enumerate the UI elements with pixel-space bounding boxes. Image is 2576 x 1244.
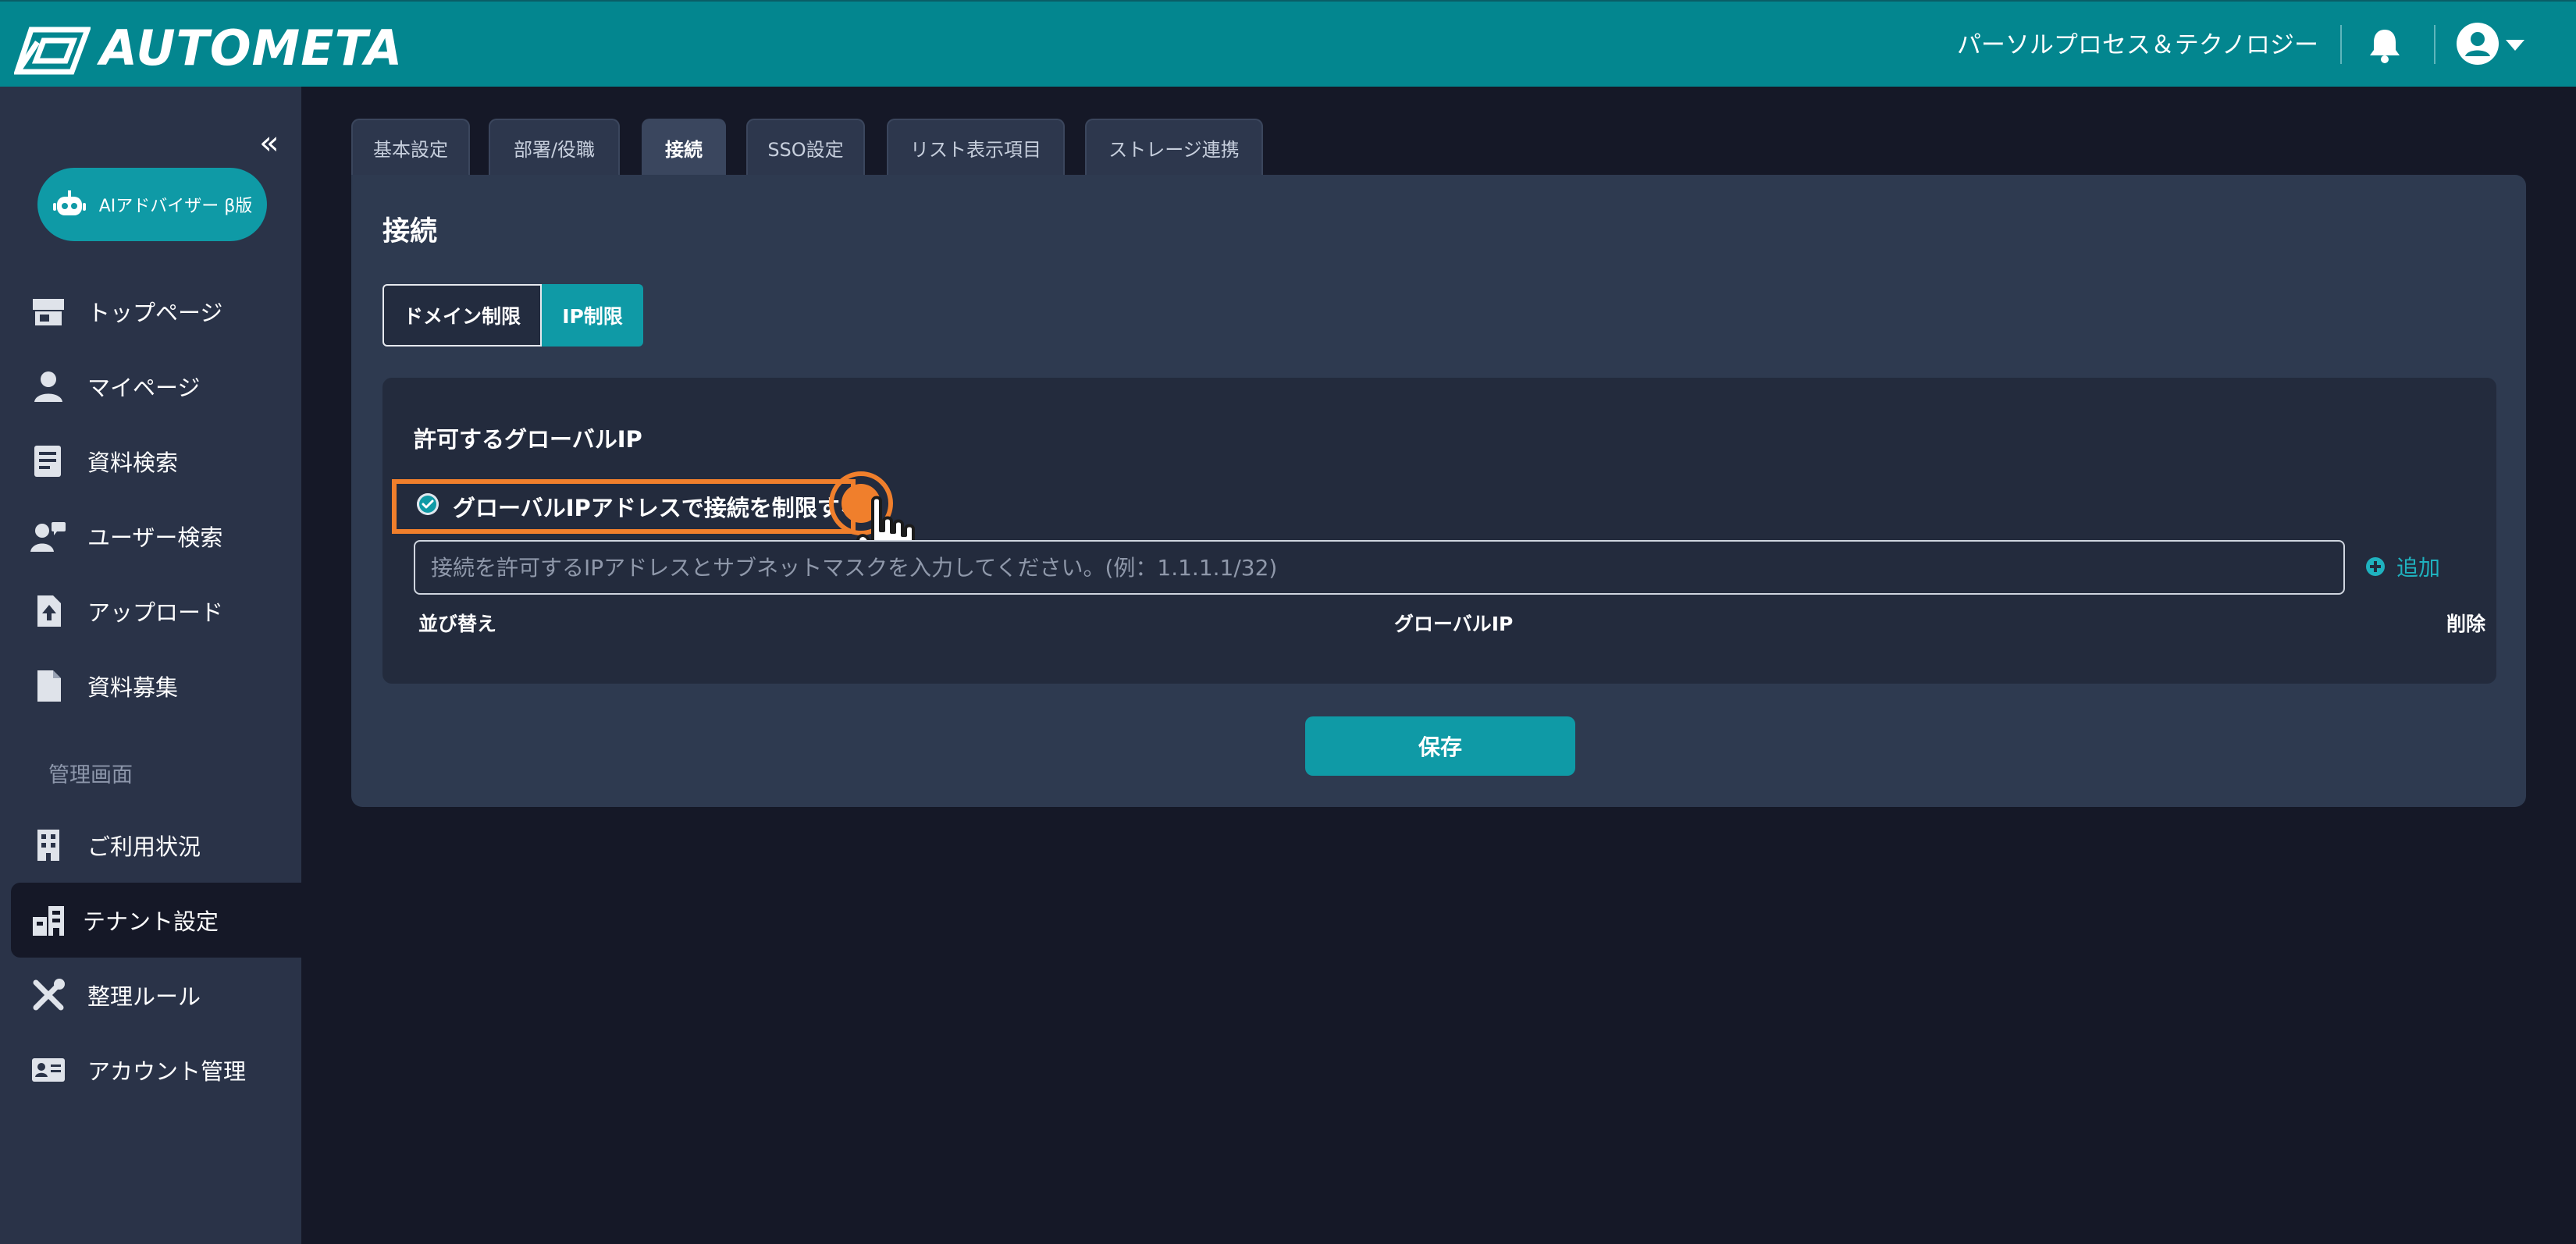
restrict-by-ip-checkbox-label[interactable]: グローバルIPアドレスで接続を制限する	[453, 490, 863, 523]
sidebar-item-label: トップページ	[87, 300, 223, 326]
upload-file-icon	[37, 595, 61, 627]
logo-icon	[14, 27, 91, 75]
sidebar-item-top-page[interactable]: トップページ	[0, 274, 301, 349]
add-ip-button[interactable]: 追加	[2365, 551, 2440, 582]
sidebar-item-user-search[interactable]: ユーザー検索	[0, 499, 301, 574]
sidebar-item-upload[interactable]: アップロード	[0, 574, 301, 649]
sidebar-item-account-management[interactable]: アカウント管理	[0, 1033, 301, 1107]
tab-storage-integration[interactable]: ストレージ連携	[1085, 119, 1263, 175]
tools-icon	[33, 979, 65, 1011]
logo-text[interactable]: AUTOMETA	[100, 19, 403, 78]
sidebar-item-usage[interactable]: ご利用状況	[0, 808, 301, 883]
segment-ip-restriction[interactable]: IP制限	[542, 284, 643, 347]
building-icon	[37, 830, 59, 861]
sidebar-item-label: ユーザー検索	[87, 524, 223, 551]
tab-sso-settings[interactable]: SSO設定	[746, 119, 865, 175]
user-search-icon	[30, 522, 66, 552]
header-divider	[2434, 25, 2435, 64]
sidebar-item-document-search[interactable]: 資料検索	[0, 424, 301, 499]
tab-basic-settings[interactable]: 基本設定	[351, 119, 470, 175]
sidebar-item-label: 資料募集	[87, 674, 179, 701]
bell-icon[interactable]	[2367, 27, 2403, 64]
caret-down-icon[interactable]	[2504, 37, 2526, 53]
user-avatar-icon[interactable]	[2456, 22, 2500, 66]
ip-address-input[interactable]	[414, 540, 2345, 595]
sidebar-item-label: 資料検索	[87, 450, 179, 476]
tab-list-display-items[interactable]: リスト表示項目	[887, 119, 1065, 175]
ai-advisor-button[interactable]: AIアドバイザー β版	[37, 168, 267, 241]
tenant-icon	[33, 906, 64, 936]
id-card-icon	[32, 1058, 65, 1082]
save-button[interactable]: 保存	[1305, 716, 1575, 776]
sidebar-item-label: テナント設定	[83, 908, 219, 935]
sidebar-item-document-request[interactable]: 資料募集	[0, 649, 301, 723]
global-ip-section: 許可するグローバルIP グローバルIPアドレスで接続を制限する 追加 並び替え …	[382, 378, 2496, 684]
document-list-icon	[34, 446, 61, 477]
tab-connection[interactable]: 接続	[642, 119, 726, 175]
sidebar-item-tenant-settings[interactable]: テナント設定	[11, 883, 301, 958]
panel-title: 接続	[382, 216, 438, 247]
admin-section-label: 管理画面	[48, 763, 133, 787]
sidebar-item-organize-rules[interactable]: 整理ルール	[0, 958, 301, 1033]
segment-domain-restriction[interactable]: ドメイン制限	[382, 284, 542, 347]
sidebar-item-label: ご利用状況	[87, 833, 201, 860]
column-header-global-ip: グローバルIP	[1394, 613, 1514, 635]
column-header-sort: 並び替え	[418, 613, 497, 635]
add-ip-label: 追加	[2396, 555, 2441, 581]
sidebar: « AIアドバイザー β版 トップページ マイページ 資料検索 ユーザー検索 ア…	[0, 87, 301, 1244]
sidebar-item-label: アップロード	[87, 599, 224, 626]
file-icon	[37, 670, 61, 702]
checkbox-checked-icon[interactable]	[417, 493, 439, 515]
sidebar-item-label: アカウント管理	[87, 1058, 247, 1085]
connection-panel: 接続 ドメイン制限 IP制限 許可するグローバルIP グローバルIPアドレスで接…	[351, 175, 2526, 807]
sidebar-item-my-page[interactable]: マイページ	[0, 349, 301, 424]
sidebar-item-label: 整理ルール	[87, 983, 201, 1010]
sidebar-collapse-button[interactable]: «	[259, 126, 279, 160]
store-icon	[33, 299, 64, 325]
sidebar-item-label: マイページ	[87, 375, 201, 401]
robot-icon	[52, 190, 86, 215]
top-header: AUTOMETA パーソルプロセス＆テクノロジー	[0, 0, 2576, 87]
section-title: 許可するグローバルIP	[414, 426, 642, 453]
column-header-delete: 削除	[2446, 613, 2486, 635]
ai-advisor-label: AIアドバイザー β版	[98, 197, 253, 216]
header-divider	[2340, 25, 2342, 64]
organization-name: パーソルプロセス＆テクノロジー	[1956, 31, 2318, 59]
plus-circle-icon	[2366, 557, 2385, 576]
person-icon	[34, 371, 62, 402]
tab-department-roles[interactable]: 部署/役職	[489, 119, 620, 175]
